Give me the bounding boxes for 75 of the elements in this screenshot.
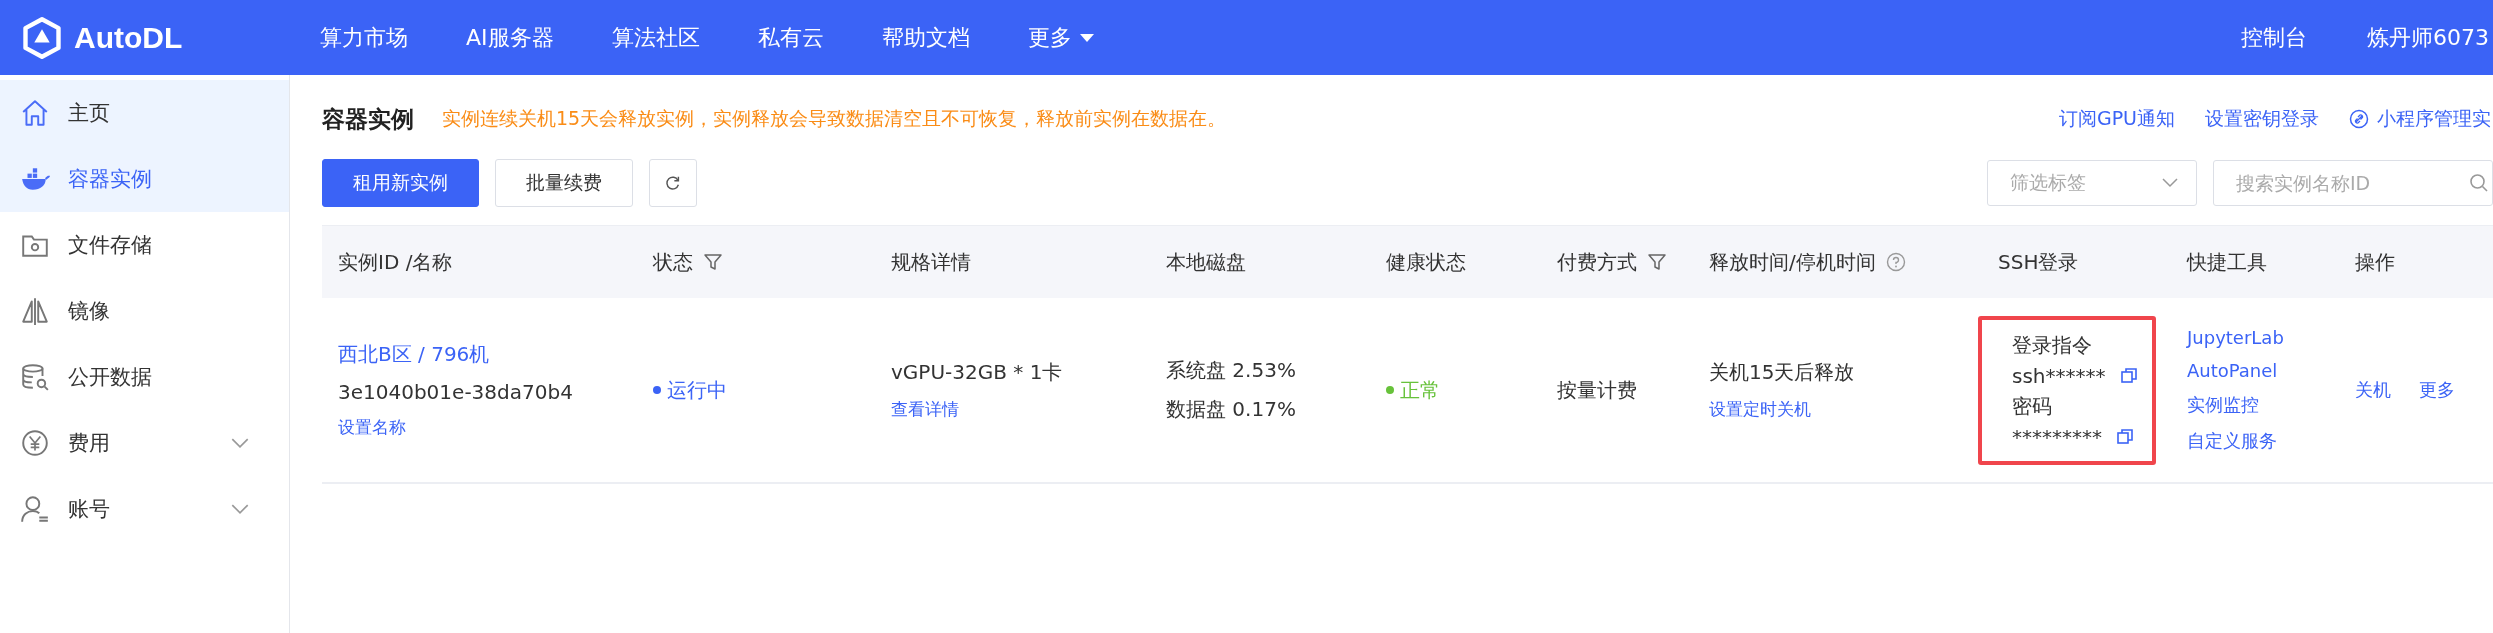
billing-text: 按量计费 [1557, 376, 1637, 404]
nav-link[interactable]: 私有云 [757, 22, 824, 53]
search-field[interactable]: 搜索实例名称ID [2213, 160, 2493, 206]
password-label: 密码 [2012, 392, 2053, 420]
sidebar-item[interactable]: 容器实例 [0, 146, 289, 212]
filter-icon[interactable] [703, 252, 723, 272]
column-header[interactable]: 状态 [653, 226, 723, 298]
disk-usage-text: 系统盘 2.53% [1166, 357, 1296, 384]
column-header[interactable]: 操作 [2355, 226, 2395, 298]
refresh-icon [664, 174, 682, 192]
release-text: 关机15天后释放 [1709, 359, 1855, 386]
column-header[interactable]: 付费方式 [1557, 226, 1667, 298]
link-icon [2349, 109, 2369, 129]
status-text: 运行中 [667, 376, 727, 404]
tool-link[interactable]: 自定义服务 [2187, 429, 2277, 453]
spec-text: vGPU-32GB * 1卡 [891, 359, 1063, 386]
column-header[interactable]: 健康状态 [1386, 226, 1466, 298]
copy-icon[interactable] [2119, 366, 2138, 385]
action-button[interactable]: 租用新实例 [322, 159, 479, 207]
rename-link[interactable]: 设置名称 [338, 416, 406, 439]
header-link[interactable]: 小程序管理实 [2349, 106, 2491, 132]
sidebar-item[interactable]: 费用 [0, 410, 289, 476]
home-icon [20, 98, 50, 128]
chevron-down-icon [231, 503, 249, 515]
chevron-down-icon [231, 437, 249, 449]
yen-icon [20, 428, 50, 458]
filter-icon[interactable] [1647, 252, 1667, 272]
database-icon [20, 362, 50, 392]
details-link[interactable]: 查看详情 [891, 398, 959, 421]
tool-link[interactable]: AutoPanel [2187, 360, 2278, 381]
tool-link[interactable]: JupyterLab [2187, 327, 2284, 348]
tool-link[interactable]: 实例监控 [2187, 393, 2259, 417]
console-link[interactable]: 控制台 [2241, 22, 2307, 53]
sidebar-item[interactable]: 文件存储 [0, 212, 289, 278]
ssh-command-text: ssh****** [2012, 363, 2106, 388]
health-text: 正常 [1400, 376, 1440, 404]
login-command-label: 登录指令 [2012, 331, 2093, 359]
nav-link[interactable]: AI服务器 [466, 22, 554, 53]
sidebar-item[interactable]: 镜像 [0, 278, 289, 344]
schedule-shutdown-link[interactable]: 设置定时关机 [1709, 398, 1811, 421]
mirror-icon [20, 296, 50, 326]
action-link[interactable]: 更多 [2419, 378, 2455, 402]
sidebar-item[interactable]: 账号 [0, 476, 289, 542]
user-menu[interactable]: 炼丹师6073 [2367, 22, 2489, 53]
column-header[interactable]: 释放时间/停机时间 [1709, 226, 1906, 298]
nav-link[interactable]: 更多 [1027, 22, 1094, 53]
sidebar-item[interactable]: 公开数据 [0, 344, 289, 410]
refresh-button[interactable] [649, 159, 697, 207]
copy-icon[interactable] [2116, 427, 2134, 446]
search-icon [2469, 173, 2489, 193]
help-icon[interactable] [1885, 252, 1906, 272]
header-link[interactable]: 设置密钥登录 [2205, 106, 2319, 132]
sidebar-item[interactable]: 主页 [0, 80, 289, 146]
instance-name-link[interactable]: 西北B区 / 796机 [338, 341, 490, 368]
user-icon [20, 494, 50, 524]
logo-text[interactable]: AutoDL [74, 20, 183, 55]
action-link[interactable]: 关机 [2355, 378, 2391, 402]
header-link[interactable]: 订阅GPU通知 [2058, 106, 2175, 132]
nav-link[interactable]: 帮助文档 [881, 22, 970, 53]
column-header[interactable]: 规格详情 [891, 226, 971, 298]
column-header[interactable]: SSH登录 [1998, 226, 2079, 298]
column-header[interactable]: 本地磁盘 [1166, 226, 1246, 298]
column-header[interactable]: 实例ID /名称 [338, 226, 453, 298]
password-text: ********* [2012, 424, 2102, 449]
warning-notice: 实例连续关机15天会释放实例，实例释放会导致数据清空且不可恢复，释放前实例在数据在。 [442, 106, 1227, 131]
nav-link[interactable]: 算法社区 [611, 22, 700, 53]
logo-icon [20, 15, 64, 60]
action-button[interactable]: 批量续费 [495, 159, 633, 207]
instance-id: 3e1040b01e-38da70b4 [338, 380, 573, 404]
chevron-down-icon [2162, 178, 2178, 188]
nav-link[interactable]: 算力市场 [320, 22, 408, 53]
column-header[interactable]: 快捷工具 [2187, 226, 2267, 298]
page-title: 容器实例 [322, 104, 414, 134]
disk-usage-text: 数据盘 0.17% [1166, 396, 1296, 423]
caret-icon [1079, 33, 1094, 42]
